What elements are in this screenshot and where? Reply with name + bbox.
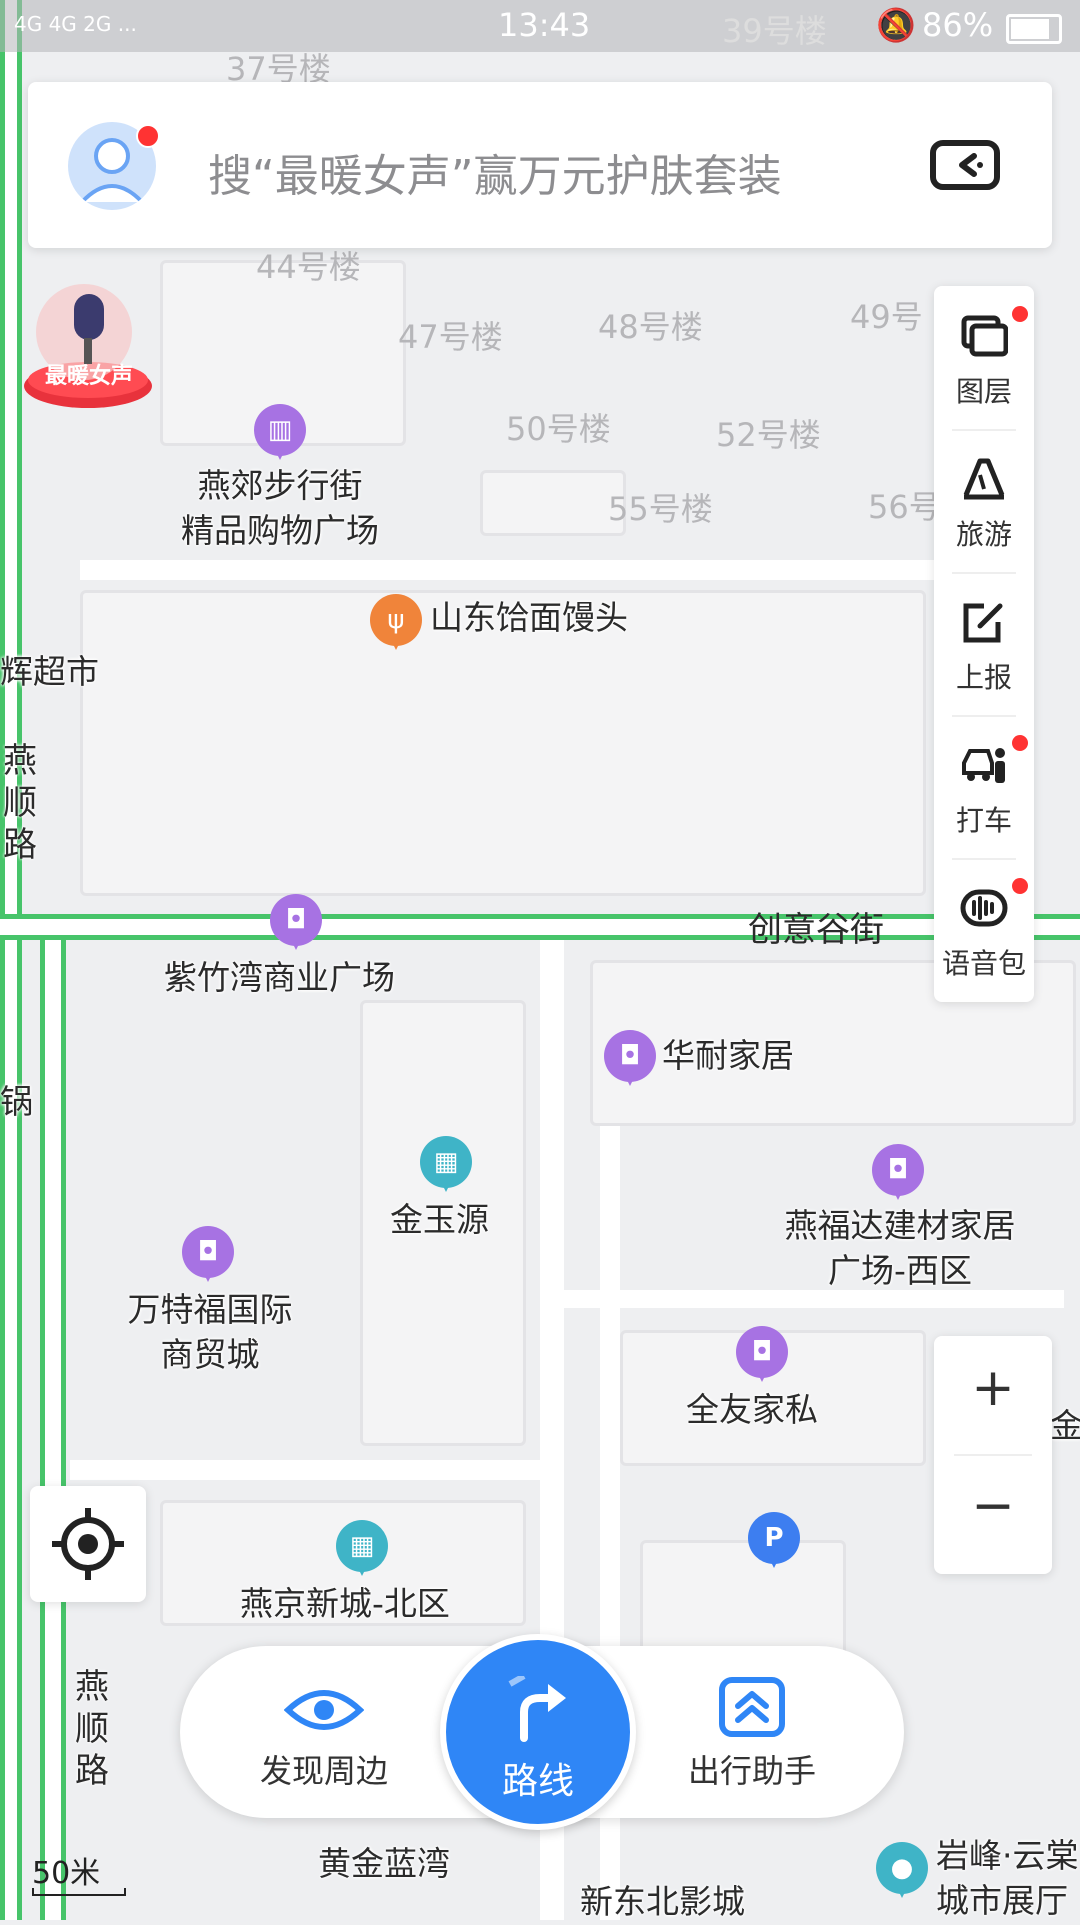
building-label: 47号楼 <box>398 318 503 356</box>
shopping-bag-pin-icon[interactable]: ◘ <box>604 1030 656 1088</box>
residence-pin-icon[interactable]: ▦ <box>336 1520 388 1578</box>
map-scale-label: 50米 <box>32 1856 101 1891</box>
building-label: 48号楼 <box>598 308 703 346</box>
road-horizontal <box>70 1460 540 1480</box>
road-horizontal-3 <box>80 560 940 580</box>
tool-label: 图层 <box>955 375 1012 408</box>
poi-xindongbei[interactable]: 新东北影城 <box>580 1880 745 1925</box>
poi-wantefu[interactable]: 万特福国际 商贸城 <box>100 1288 320 1377</box>
restaurant-pin-icon[interactable]: ψ <box>370 594 422 652</box>
tool-label: 语音包 <box>941 947 1026 980</box>
taxi-icon <box>962 748 1005 783</box>
locate-button[interactable] <box>30 1486 146 1602</box>
building-label: 49号 <box>850 298 923 336</box>
zoom-in-button[interactable]: + <box>934 1358 1052 1418</box>
travel-assistant-label: 出行助手 <box>687 1752 816 1790</box>
poi-huanai[interactable]: 华耐家居 <box>662 1034 794 1079</box>
building-label: 50号楼 <box>506 410 611 448</box>
tool-voice-pack[interactable]: 语音包 <box>934 858 1034 1001</box>
status-bar: 4G 4G 2G ... 13:43 39号楼 🔕 86% <box>0 0 1080 52</box>
poi-jinyuyuan[interactable]: 金玉源 <box>390 1198 489 1243</box>
status-top-label: 39号楼 <box>722 12 827 50</box>
road-yanshun <box>40 930 66 1920</box>
poi-jin[interactable]: 金 <box>1050 1404 1080 1449</box>
parking-pin-icon[interactable]: P <box>748 1512 800 1570</box>
voice-pack-icon <box>960 889 1008 927</box>
building-label: 55号楼 <box>608 490 713 528</box>
battery-icon <box>1006 14 1062 44</box>
layers-icon <box>961 315 1008 357</box>
tool-label: 上报 <box>955 661 1012 694</box>
road-yanshun-west <box>0 0 22 1920</box>
tool-travel[interactable]: 旅游 <box>934 429 1034 572</box>
shopping-bag-pin-icon[interactable]: ◘ <box>270 894 322 952</box>
search-input[interactable]: 搜“最暖女声”赢万元护肤套装 <box>208 140 782 204</box>
battery-percent: 86% <box>922 6 994 44</box>
travel-assistant-icon <box>719 1677 785 1737</box>
shopping-bag-pin-icon[interactable]: ◘ <box>736 1326 788 1384</box>
zoom-out-button[interactable]: − <box>934 1476 1052 1536</box>
poi-guo[interactable]: 锅 <box>0 1080 33 1125</box>
poi-huangjin[interactable]: 黄金蓝湾 <box>318 1842 450 1887</box>
tool-label: 打车 <box>955 804 1012 837</box>
poi-yanfuda[interactable]: 燕福达建材家居 广场-西区 <box>750 1204 1050 1293</box>
travel-assistant-button[interactable]: 出行助手 <box>652 1646 852 1818</box>
street-yanshun-bottom: 燕顺路 <box>75 1667 109 1791</box>
route-label: 路线 <box>501 1761 574 1802</box>
tool-label: 旅游 <box>955 518 1012 551</box>
report-icon <box>963 603 1003 643</box>
clock: 13:43 <box>498 6 591 44</box>
discover-nearby-button[interactable]: 发现周边 <box>224 1646 424 1818</box>
eye-icon <box>284 1690 364 1730</box>
voice-assistant-icon[interactable] <box>930 140 1000 190</box>
bell-icon: 🔕 <box>876 6 916 44</box>
tool-taxi[interactable]: 打车 <box>934 715 1034 858</box>
poi-shandong[interactable]: 山东饸面馒头 <box>430 596 628 641</box>
tool-report[interactable]: 上报 <box>934 572 1034 715</box>
street-chuangyi: 创意谷街 <box>748 910 884 950</box>
route-button[interactable]: 路线 <box>440 1634 636 1830</box>
location-pin-icon[interactable]: ● <box>876 1842 928 1900</box>
route-arrow-icon <box>508 1676 566 1742</box>
travel-icon <box>963 458 1005 500</box>
signal-indicator: 4G 4G 2G ... <box>14 12 137 36</box>
road-chuangyi <box>0 914 1080 940</box>
voice-badge-label: 最暖女声 <box>44 364 133 389</box>
notification-dot <box>1012 878 1028 894</box>
block <box>480 470 626 536</box>
map-toolbar: 图层 旅游 上报 打车 语音包 <box>934 286 1034 1002</box>
notification-dot <box>136 124 160 148</box>
notification-dot <box>1012 735 1028 751</box>
street-yanshun-top: 燕顺路 <box>3 741 37 865</box>
poi-quanyou[interactable]: 全友家私 <box>686 1388 818 1433</box>
search-bar[interactable]: 搜“最暖女声”赢万元护肤套装 <box>28 82 1052 248</box>
building-label: 44号楼 <box>256 248 361 286</box>
voice-promo-badge[interactable]: 最暖女声 <box>22 282 154 412</box>
poi-zizhuwan[interactable]: 紫竹湾商业广场 <box>164 956 395 1001</box>
notification-dot <box>1012 306 1028 322</box>
discover-nearby-label: 发现周边 <box>259 1752 388 1790</box>
zoom-control: + − <box>934 1336 1052 1574</box>
map-scale-bar <box>32 1888 126 1896</box>
shopping-pin-icon[interactable]: ▥ <box>254 404 306 462</box>
poi-yanjiao-mall[interactable]: 燕郊步行街 精品购物广场 <box>160 464 400 553</box>
tool-layers[interactable]: 图层 <box>934 286 1034 429</box>
poi-supermarket[interactable]: 辉超市 <box>0 650 99 695</box>
shopping-bag-pin-icon[interactable]: ◘ <box>182 1226 234 1284</box>
building-label: 56号 <box>868 488 941 526</box>
building-label: 52号楼 <box>716 416 821 454</box>
poi-yanjing[interactable]: 燕京新城-北区 <box>240 1582 450 1627</box>
locate-icon <box>52 1508 124 1580</box>
map-canvas[interactable]: 37号楼 44号楼 47号楼 48号楼 49号 50号楼 52号楼 55号楼 5… <box>0 0 1080 1923</box>
poi-yanfeng[interactable]: 岩峰·云棠 城市展厅 <box>936 1834 1079 1923</box>
shopping-bag-pin-icon[interactable]: ◘ <box>872 1144 924 1202</box>
residence-pin-icon[interactable]: ▦ <box>420 1136 472 1194</box>
